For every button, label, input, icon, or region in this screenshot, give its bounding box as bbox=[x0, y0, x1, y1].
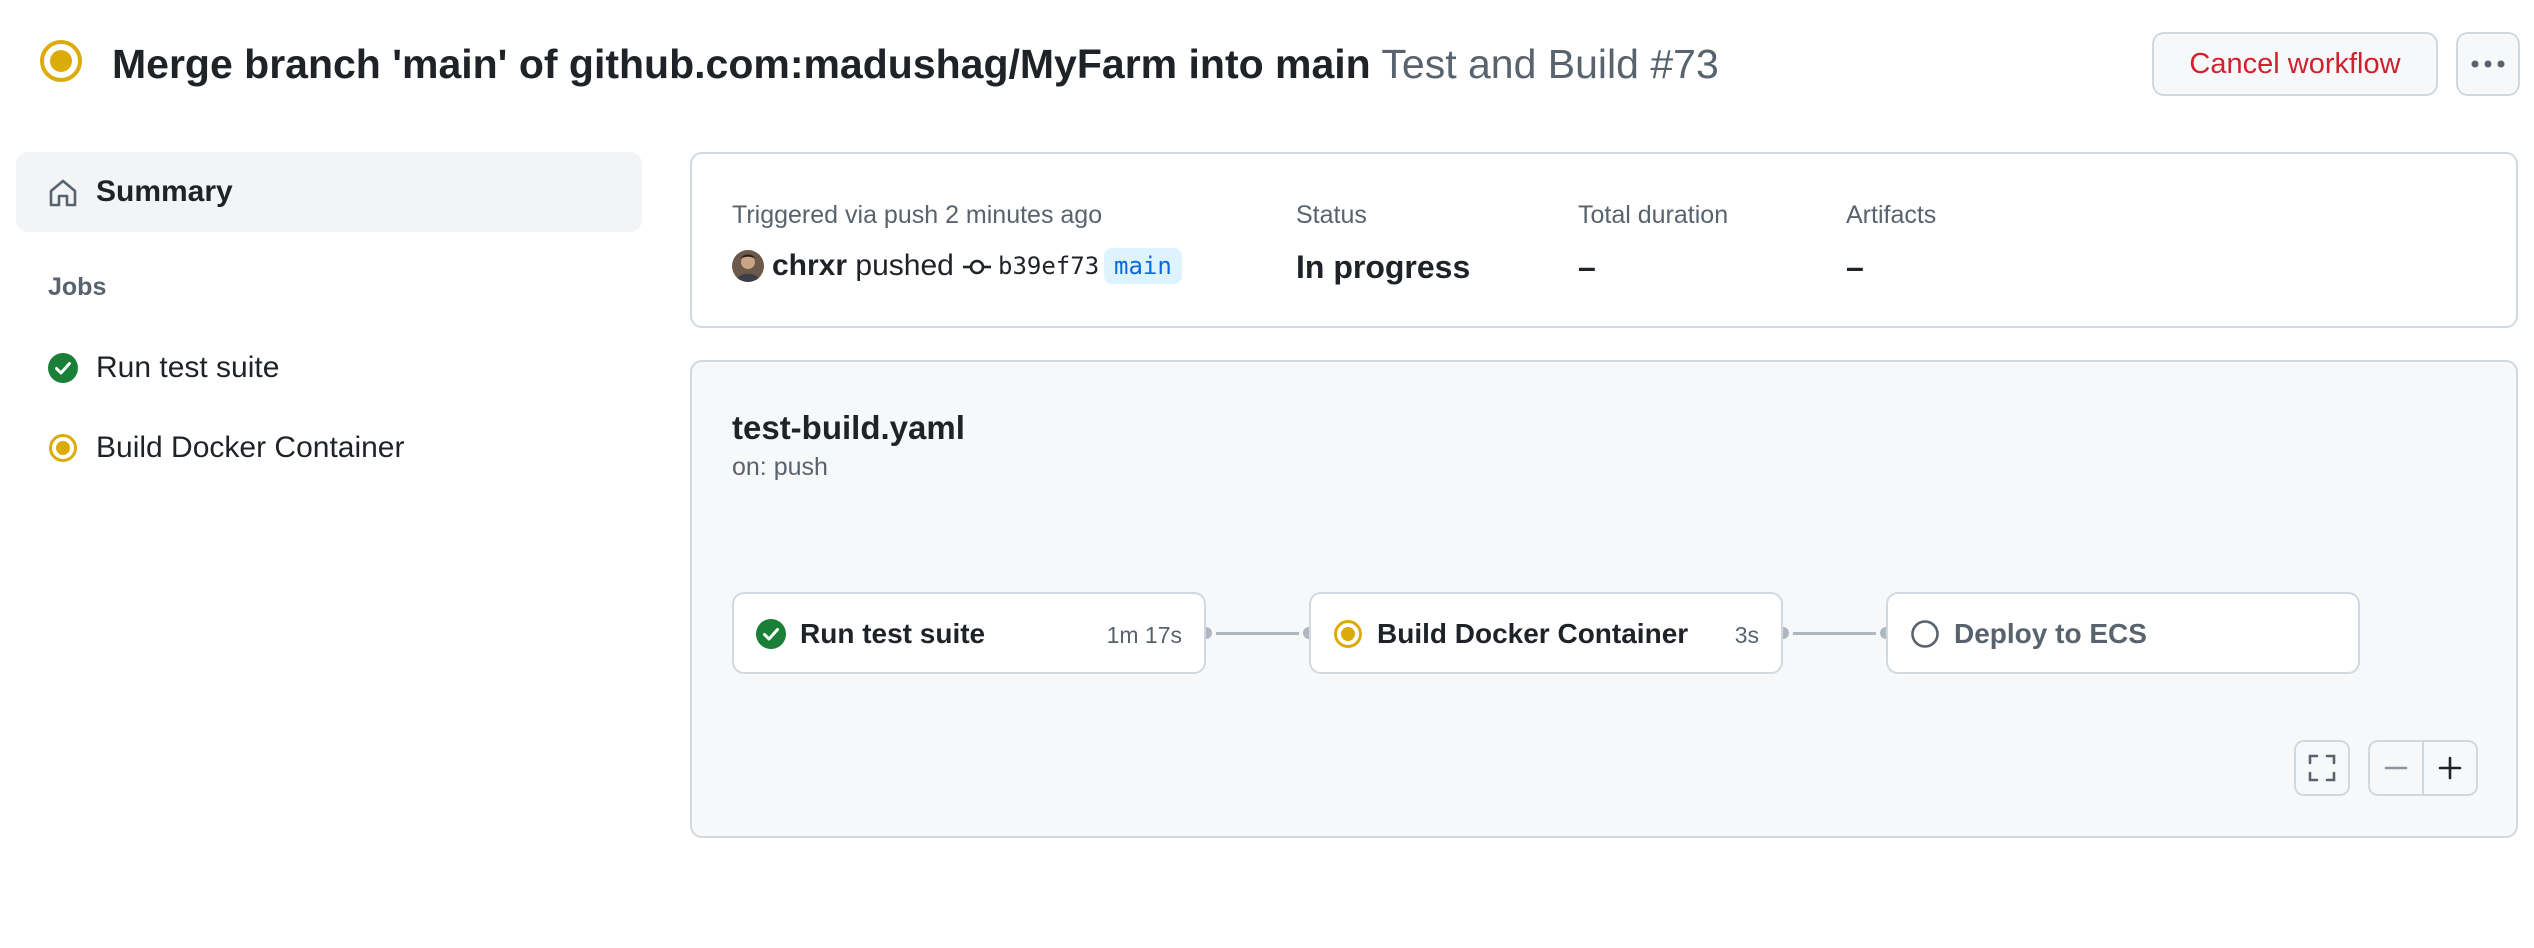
push-action: pushed bbox=[855, 249, 954, 282]
in-progress-icon bbox=[49, 434, 77, 462]
sidebar-item-label: Summary bbox=[96, 175, 233, 208]
duration-label: Total duration bbox=[1578, 201, 1729, 229]
zoom-out-button[interactable] bbox=[2368, 740, 2424, 796]
artifacts-value: – bbox=[1846, 249, 1864, 285]
graph-connector bbox=[1206, 632, 1309, 635]
workflow-run-name: Test and Build #73 bbox=[1381, 41, 1719, 87]
job-node-label: Deploy to ECS bbox=[1954, 618, 2147, 649]
in-progress-icon bbox=[1334, 620, 1362, 648]
status-label: Status bbox=[1296, 201, 1367, 229]
fullscreen-icon bbox=[2308, 754, 2336, 782]
jobs-heading: Jobs bbox=[48, 273, 107, 301]
zoom-in-button[interactable] bbox=[2422, 740, 2478, 796]
job-node-duration: 1m 17s bbox=[1106, 622, 1182, 648]
trigger-text: Triggered via push 2 minutes ago bbox=[732, 201, 1103, 229]
job-node-run-test-suite[interactable]: Run test suite 1m 17s bbox=[732, 592, 1206, 674]
sidebar-item-job[interactable]: Build Docker Container bbox=[16, 416, 642, 480]
job-node-duration: 3s bbox=[1734, 622, 1759, 648]
user-avatar-icon bbox=[732, 250, 764, 282]
graph-connector bbox=[1783, 632, 1886, 635]
commit-title: Merge branch 'main' of github.com:madush… bbox=[112, 41, 1371, 87]
run-summary-card: Triggered via push 2 minutes ago chrxr p… bbox=[690, 152, 2518, 328]
workflow-trigger: on: push bbox=[732, 453, 828, 481]
job-node-label: Build Docker Container bbox=[1377, 618, 1689, 649]
page-title: Merge branch 'main' of github.com:madush… bbox=[112, 36, 1719, 92]
zoom-out-icon bbox=[2384, 766, 2408, 770]
check-circle-icon bbox=[756, 619, 786, 649]
cancel-workflow-button[interactable]: Cancel workflow bbox=[2152, 32, 2438, 96]
sidebar-item-label: Build Docker Container bbox=[96, 431, 405, 464]
workflow-file-name: test-build.yaml bbox=[732, 409, 965, 446]
sidebar-item-label: Run test suite bbox=[96, 351, 280, 384]
duration-value: – bbox=[1578, 249, 1596, 285]
job-node-label: Run test suite bbox=[800, 618, 986, 649]
commit-sha-link[interactable]: b39ef73 bbox=[998, 248, 1099, 284]
check-circle-icon bbox=[48, 353, 78, 383]
fullscreen-button[interactable] bbox=[2294, 740, 2350, 796]
workflow-run-header: Merge branch 'main' of github.com:madush… bbox=[0, 0, 2534, 128]
push-info: chrxr pushed bbox=[772, 246, 954, 286]
artifacts-label: Artifacts bbox=[1846, 201, 1937, 229]
kebab-horizontal-icon bbox=[2471, 60, 2505, 68]
more-options-button[interactable] bbox=[2456, 32, 2520, 96]
git-commit-icon bbox=[963, 259, 991, 275]
sidebar-item-summary[interactable]: Summary bbox=[16, 152, 642, 232]
avatar[interactable] bbox=[732, 250, 764, 282]
home-icon bbox=[49, 179, 77, 207]
job-node-build-docker-container[interactable]: Build Docker Container 3s bbox=[1309, 592, 1783, 674]
user-link[interactable]: chrxr bbox=[772, 249, 847, 282]
status-value: In progress bbox=[1296, 249, 1471, 285]
in-progress-icon bbox=[40, 40, 82, 82]
job-node-deploy-to-ecs[interactable]: Deploy to ECS bbox=[1886, 592, 2360, 674]
branch-badge[interactable]: main bbox=[1104, 248, 1182, 284]
workflow-graph: test-build.yaml on: push Run test suite … bbox=[690, 360, 2518, 838]
zoom-in-icon bbox=[2438, 756, 2462, 780]
queued-circle-icon bbox=[1911, 620, 1939, 648]
sidebar-item-job[interactable]: Run test suite bbox=[16, 336, 642, 400]
